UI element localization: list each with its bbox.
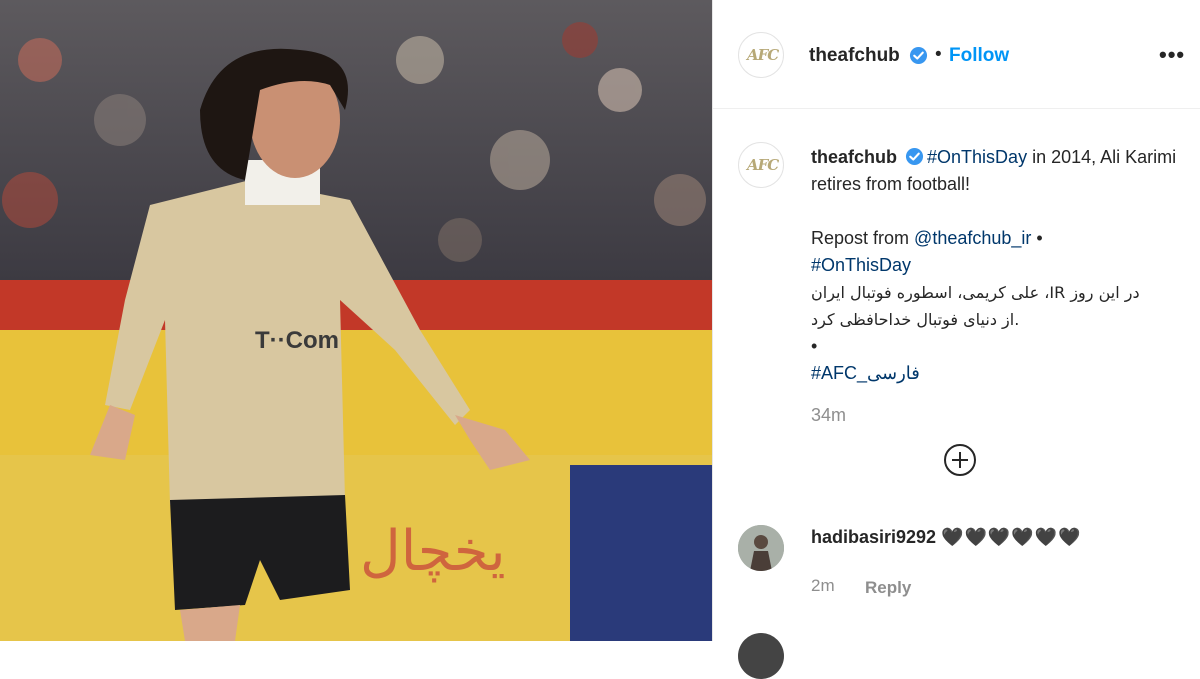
svg-text:T··Com: T··Com <box>255 327 339 354</box>
hashtag-onthisday-2[interactable]: #OnThisDay <box>811 255 911 275</box>
repost-line: Repost from @theafchub_ir • <box>811 225 1181 252</box>
hashtag-onthisday[interactable]: #OnThisDay <box>927 147 1027 167</box>
reply-button[interactable]: Reply <box>865 578 911 598</box>
post-photo[interactable]: یخچال T··Com <box>0 0 712 641</box>
more-options-icon[interactable]: ••• <box>1159 42 1185 68</box>
caption-bullet: • <box>811 336 818 356</box>
commenter-photo <box>738 525 784 571</box>
comment-time[interactable]: 2m <box>811 576 835 596</box>
follow-button[interactable]: Follow <box>949 45 1009 67</box>
afc-logo: AFC <box>747 156 779 174</box>
farsi-line-1: در این روز IR، علی کریمی، اسطوره فوتبال … <box>811 283 1140 302</box>
author-username[interactable]: theafchub <box>809 45 900 67</box>
author-avatar[interactable]: AFC <box>738 32 784 78</box>
farsi-line-2: .از دنیای فوتبال خداحافظی کرد <box>811 310 1020 329</box>
verified-badge-icon <box>909 46 928 65</box>
hashtag-afc-farsi[interactable]: #AFC_فارسی <box>811 363 920 383</box>
post-time[interactable]: 34m <box>811 405 846 426</box>
caption-avatar[interactable]: AFC <box>738 142 784 188</box>
commenter-avatar[interactable] <box>738 525 784 571</box>
header-separator: • <box>935 44 942 65</box>
next-commenter-avatar[interactable] <box>738 633 784 679</box>
player-image: یخچال T··Com <box>0 0 712 641</box>
repost-suffix: • <box>1031 228 1043 248</box>
post-side-panel: AFC theafchub • Follow ••• AFC theafchub… <box>712 0 1200 679</box>
repost-prefix: Repost from <box>811 228 915 248</box>
repost-mention[interactable]: @theafchub_ir <box>914 228 1031 248</box>
comment-text: 🖤🖤🖤🖤🖤🖤 <box>941 527 1082 547</box>
afc-logo: AFC <box>747 46 779 64</box>
verified-badge-icon <box>905 147 924 166</box>
caption-first-line: theafchub #OnThisDay in 2014, Ali Karimi… <box>811 144 1181 198</box>
caption-username[interactable]: theafchub <box>811 147 897 167</box>
post-header: AFC theafchub • Follow ••• <box>713 0 1200 109</box>
load-more-comments-icon[interactable] <box>944 444 976 476</box>
commenter-username[interactable]: hadibasiri9292 <box>811 527 936 547</box>
svg-text:یخچال: یخچال <box>360 519 506 584</box>
post-caption: theafchub #OnThisDay in 2014, Ali Karimi… <box>811 144 1181 387</box>
comment: hadibasiri9292 🖤🖤🖤🖤🖤🖤 <box>811 527 1082 548</box>
